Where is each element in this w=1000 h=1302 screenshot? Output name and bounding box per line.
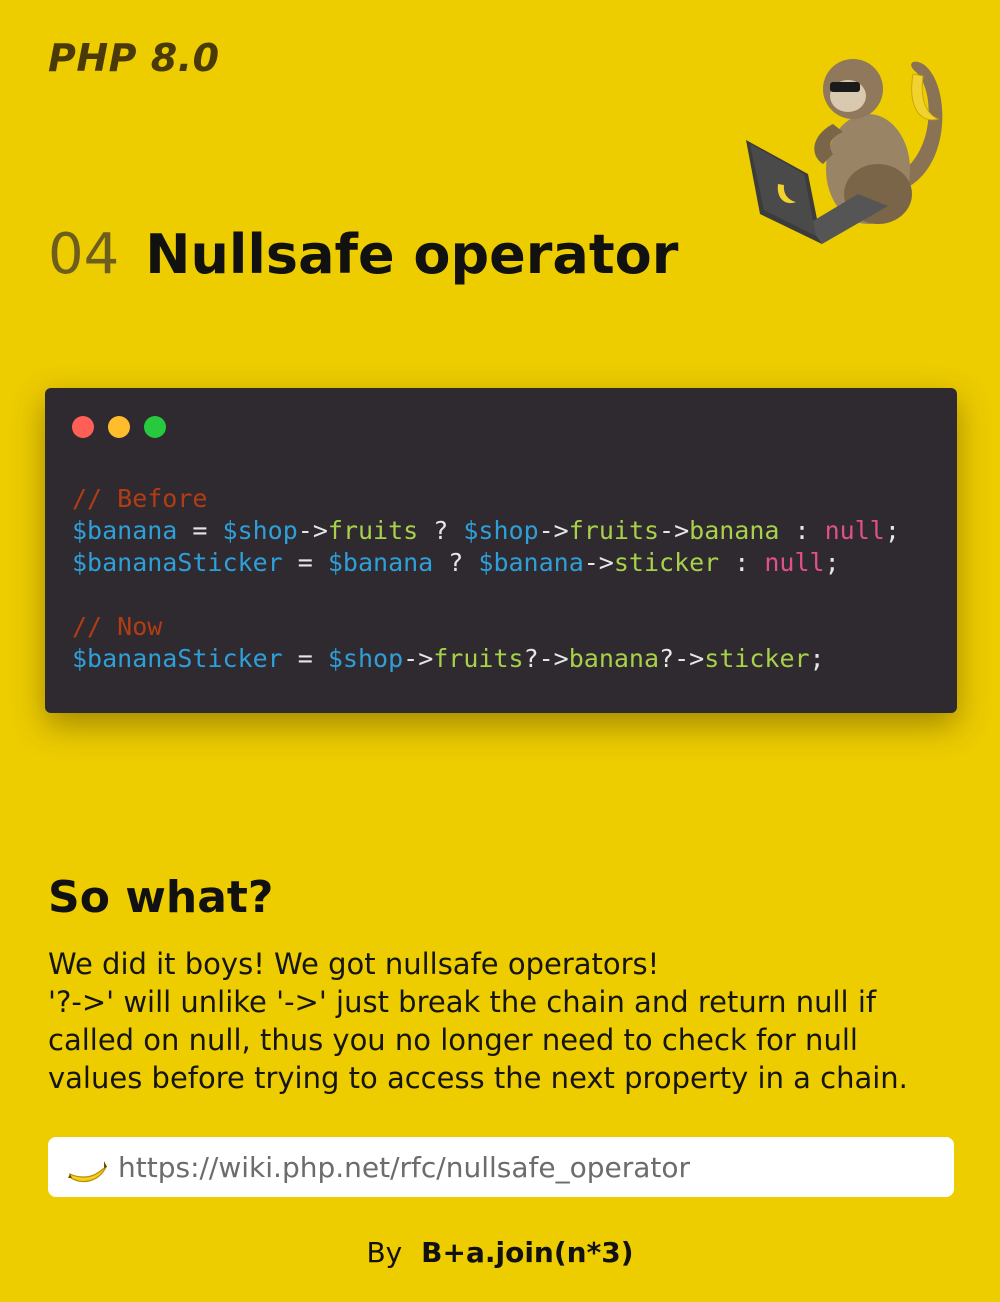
code-token-op: ; [809, 644, 825, 673]
code-token-null: null [824, 516, 885, 545]
code-token-prop: banana [568, 644, 660, 673]
close-dot-icon [72, 416, 94, 438]
code-token-prop: fruits [568, 516, 660, 545]
code-block: // Before $banana = $shop->fruits ? $shop… [72, 483, 900, 675]
code-token-prop: fruits [433, 644, 524, 673]
code-token-prop: sticker [613, 548, 720, 577]
minimize-dot-icon [108, 416, 130, 438]
code-token-comment: // Before [72, 484, 208, 513]
rfc-link-url[interactable]: https://wiki.php.net/rfc/nullsafe_operat… [118, 1151, 690, 1184]
explanation-line: values before trying to access the next … [48, 1061, 908, 1095]
code-token-null: null [764, 548, 825, 577]
code-token-var: $shop [222, 516, 298, 545]
section-title: 04 Nullsafe operator [48, 222, 678, 287]
code-token-var: $banana [478, 548, 584, 577]
code-token-op: -> [297, 516, 328, 545]
code-line: // Before [72, 483, 900, 515]
banana-icon [68, 1161, 108, 1183]
code-token-prop: fruits [327, 516, 419, 545]
code-line: $bananaSticker = $shop->fruits?->banana?… [72, 643, 900, 675]
code-token-op: = [282, 548, 328, 577]
explanation-text: We did it boys! We got nullsafe operator… [48, 945, 948, 1097]
brand-label: PHP 8.0 [48, 36, 220, 80]
code-token-op: ?-> [523, 644, 569, 673]
code-token-op: -> [659, 516, 690, 545]
monkey-with-laptop-icon [746, 59, 943, 244]
code-token-comment: // Now [72, 612, 163, 641]
code-token-var: $shop [327, 644, 404, 673]
explanation-line: We did it boys! We got nullsafe operator… [48, 947, 660, 981]
code-token-op: -> [403, 644, 434, 673]
maximize-dot-icon [144, 416, 166, 438]
window-controls [72, 416, 166, 438]
footer: By B+a.join(n*3) [0, 1236, 1000, 1269]
code-token-op: = [282, 644, 328, 673]
code-line: // Now [72, 611, 900, 643]
code-token-var: $bananaSticker [72, 644, 283, 673]
code-token-op: -> [583, 548, 614, 577]
code-line: $banana = $shop->fruits ? $shop->fruits-… [72, 515, 900, 547]
code-token-prop: banana [689, 516, 780, 545]
rfc-link[interactable]: https://wiki.php.net/rfc/nullsafe_operat… [48, 1137, 954, 1197]
footer-by: By [366, 1236, 403, 1269]
code-token-op: ? [433, 548, 479, 577]
code-token-var: $banana [327, 548, 434, 577]
code-token-op: : [779, 516, 825, 545]
code-token-var: $bananaSticker [72, 548, 283, 577]
section-number: 04 [48, 222, 120, 287]
code-token-prop: sticker [704, 644, 810, 673]
explanation-heading: So what? [48, 872, 274, 923]
code-token-var: $banana [72, 516, 178, 545]
code-token-op: ? [418, 516, 464, 545]
code-token-op: = [177, 516, 223, 545]
code-token-op: ; [824, 548, 840, 577]
explanation-line: '?->' will unlike '->' just break the ch… [48, 985, 877, 1019]
footer-author: B+a.join(n*3) [421, 1236, 634, 1269]
code-token-var: $shop [463, 516, 539, 545]
code-token-op: : [719, 548, 765, 577]
page-title: Nullsafe operator [145, 223, 679, 286]
code-token-op: ; [884, 516, 900, 545]
code-line: $bananaSticker = $banana ? $banana->stic… [72, 547, 900, 579]
code-token-op: ?-> [659, 644, 705, 673]
code-token-op: -> [538, 516, 569, 545]
explanation-line: called on null, thus you no longer need … [48, 1023, 858, 1057]
